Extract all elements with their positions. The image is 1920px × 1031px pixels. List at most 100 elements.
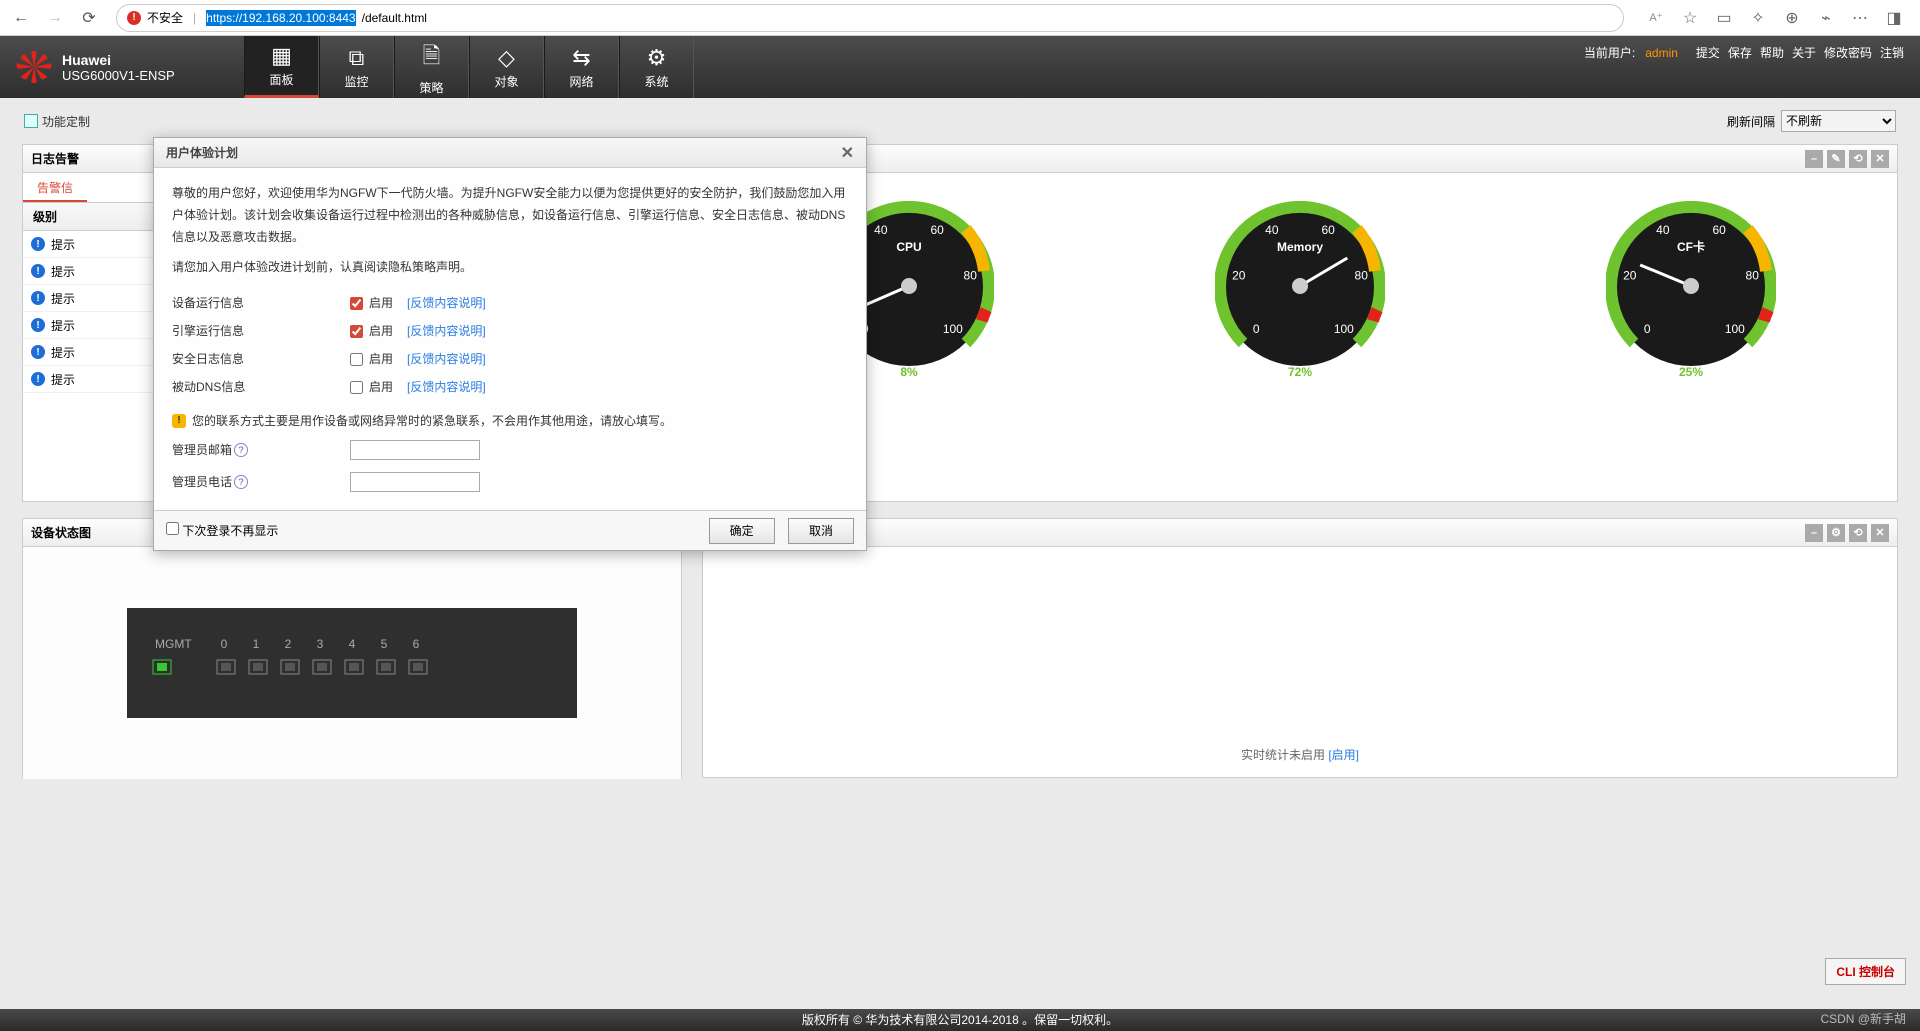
enable-checkbox[interactable] <box>350 353 363 366</box>
brand: Huawei USG6000V1-ENSP <box>14 47 244 87</box>
help-icon[interactable]: ? <box>234 443 248 457</box>
feedback-link[interactable]: [反馈内容说明] <box>407 292 486 314</box>
refresh-select[interactable]: 不刷新 <box>1781 110 1896 132</box>
svg-text:72%: 72% <box>1288 365 1312 379</box>
tab-icon: ▦ <box>271 43 292 69</box>
svg-text:5: 5 <box>381 637 388 651</box>
tab-系统[interactable]: ⚙系统 <box>619 36 694 98</box>
panel-device: 设备状态图 – ⟲ ✕ MGMT0123456 <box>22 518 682 778</box>
split-icon[interactable]: ◨ <box>1884 8 1904 28</box>
tab-icon: ⧉ <box>349 45 365 71</box>
ok-button[interactable]: 确定 <box>709 518 775 544</box>
refresh-panel-icon[interactable]: ⟲ <box>1849 150 1867 168</box>
browser-tools: A⁺ ☆ ▭ ✧ ⊕ ⌁ ⋯ ◨ <box>1638 8 1912 28</box>
svg-text:2: 2 <box>285 637 292 651</box>
refresh-panel-icon[interactable]: ⟲ <box>1849 524 1867 542</box>
close-icon[interactable]: ✕ <box>1871 150 1889 168</box>
header-link[interactable]: 关于 <box>1792 46 1816 60</box>
svg-text:40: 40 <box>1265 223 1279 237</box>
cli-console-button[interactable]: CLI 控制台 <box>1825 958 1906 985</box>
svg-text:6: 6 <box>413 637 420 651</box>
favorites-icon[interactable]: ✧ <box>1748 8 1768 28</box>
performance-icon[interactable]: ⌁ <box>1816 8 1836 28</box>
svg-text:25%: 25% <box>1679 365 1703 379</box>
main-nav: ▦面板⧉监控🗎策略◇对象⇆网络⚙系统 <box>244 36 694 98</box>
svg-text:8%: 8% <box>900 365 918 379</box>
option-row: 设备运行信息 启用[反馈内容说明] <box>172 290 848 316</box>
tab-面板[interactable]: ▦面板 <box>244 36 319 98</box>
svg-text:80: 80 <box>963 268 977 282</box>
enable-link[interactable]: [启用] <box>1328 748 1359 762</box>
header-link[interactable]: 帮助 <box>1760 46 1784 60</box>
header-link[interactable]: 修改密码 <box>1824 46 1872 60</box>
minimize-icon[interactable]: – <box>1805 524 1823 542</box>
svg-text:0: 0 <box>1253 322 1260 336</box>
info-icon: ! <box>31 345 45 359</box>
feedback-link[interactable]: [反馈内容说明] <box>407 348 486 370</box>
panel-title: 日志告警 <box>31 150 79 167</box>
ux-dialog: 用户体验计划 ✕ 尊敬的用户您好，欢迎使用华为NGFW下一代防火墙。为提升NGF… <box>153 137 867 551</box>
edit-icon[interactable]: ✎ <box>1827 150 1845 168</box>
star-icon[interactable]: ☆ <box>1680 8 1700 28</box>
tab-对象[interactable]: ◇对象 <box>469 36 544 98</box>
enable-checkbox[interactable] <box>350 381 363 394</box>
refresh-icon[interactable]: ⟳ <box>76 5 102 31</box>
brand-model: USG6000V1-ENSP <box>62 68 175 83</box>
header-link[interactable]: 提交 <box>1696 46 1720 60</box>
collections-icon[interactable]: ⊕ <box>1782 8 1802 28</box>
svg-text:20: 20 <box>1623 268 1637 282</box>
svg-text:MGMT: MGMT <box>155 637 192 651</box>
minimize-icon[interactable]: – <box>1805 150 1823 168</box>
gauge-Memory: 020406080100Memory72% <box>1215 201 1385 386</box>
dont-show-checkbox[interactable] <box>166 522 179 535</box>
option-row: 安全日志信息 启用[反馈内容说明] <box>172 346 848 372</box>
feedback-link[interactable]: [反馈内容说明] <box>407 376 486 398</box>
header-link[interactable]: 注销 <box>1880 46 1904 60</box>
svg-text:80: 80 <box>1746 268 1760 282</box>
panel-title: 设备状态图 <box>31 524 91 541</box>
svg-text:0: 0 <box>1644 322 1651 336</box>
tab-网络[interactable]: ⇆网络 <box>544 36 619 98</box>
tab-icon: ⚙ <box>647 45 667 71</box>
close-icon[interactable]: ✕ <box>841 143 854 163</box>
header-link[interactable]: 保存 <box>1728 46 1752 60</box>
admin-phone-label: 管理员电话 <box>172 471 232 493</box>
svg-text:60: 60 <box>1713 223 1727 237</box>
admin-phone-input[interactable] <box>350 472 480 492</box>
func-custom[interactable]: 功能定制 <box>24 113 90 130</box>
panel-monitor: 在线实时监控 – ⚙ ⟲ ✕ 实时统计未启用 [启用] <box>702 518 1898 778</box>
dont-show-again[interactable]: 下次登录不再显示 <box>166 522 278 539</box>
svg-text:Memory: Memory <box>1277 240 1323 254</box>
current-user-label: 当前用户: <box>1584 44 1635 61</box>
svg-text:4: 4 <box>349 637 356 651</box>
brand-name: Huawei <box>62 52 175 68</box>
text-size-icon[interactable]: A⁺ <box>1646 8 1666 28</box>
forward-icon[interactable]: → <box>42 5 68 31</box>
feedback-link[interactable]: [反馈内容说明] <box>407 320 486 342</box>
reader-icon[interactable]: ▭ <box>1714 8 1734 28</box>
current-user: admin <box>1645 46 1678 60</box>
tab-alerts[interactable]: 告警信 <box>23 173 87 202</box>
address-bar[interactable]: ! 不安全 | https://192.168.20.100:8443/defa… <box>116 4 1624 32</box>
svg-text:60: 60 <box>930 223 944 237</box>
enable-checkbox[interactable] <box>350 297 363 310</box>
svg-text:60: 60 <box>1321 223 1335 237</box>
svg-text:100: 100 <box>1334 322 1354 336</box>
url-selected: https://192.168.20.100:8443 <box>206 10 355 26</box>
close-icon[interactable]: ✕ <box>1871 524 1889 542</box>
tab-监控[interactable]: ⧉监控 <box>319 36 394 98</box>
svg-text:100: 100 <box>942 322 962 336</box>
admin-email-input[interactable] <box>350 440 480 460</box>
svg-text:80: 80 <box>1355 268 1369 282</box>
settings-icon[interactable]: ⚙ <box>1827 524 1845 542</box>
back-icon[interactable]: ← <box>8 5 34 31</box>
more-icon[interactable]: ⋯ <box>1850 8 1870 28</box>
header-right: 当前用户: admin 提交保存帮助关于修改密码注销 <box>1584 44 1904 61</box>
dialog-text-1: 尊敬的用户您好，欢迎使用华为NGFW下一代防火墙。为提升NGFW安全能力以便为您… <box>172 182 848 248</box>
enable-checkbox[interactable] <box>350 325 363 338</box>
huawei-logo-icon <box>14 47 54 87</box>
panel-resources: 系统资源 – ✎ ⟲ ✕ 020406080100CPU8%0204060801… <box>702 144 1898 502</box>
cancel-button[interactable]: 取消 <box>788 518 854 544</box>
help-icon[interactable]: ? <box>234 475 248 489</box>
tab-策略[interactable]: 🗎策略 <box>394 36 469 98</box>
